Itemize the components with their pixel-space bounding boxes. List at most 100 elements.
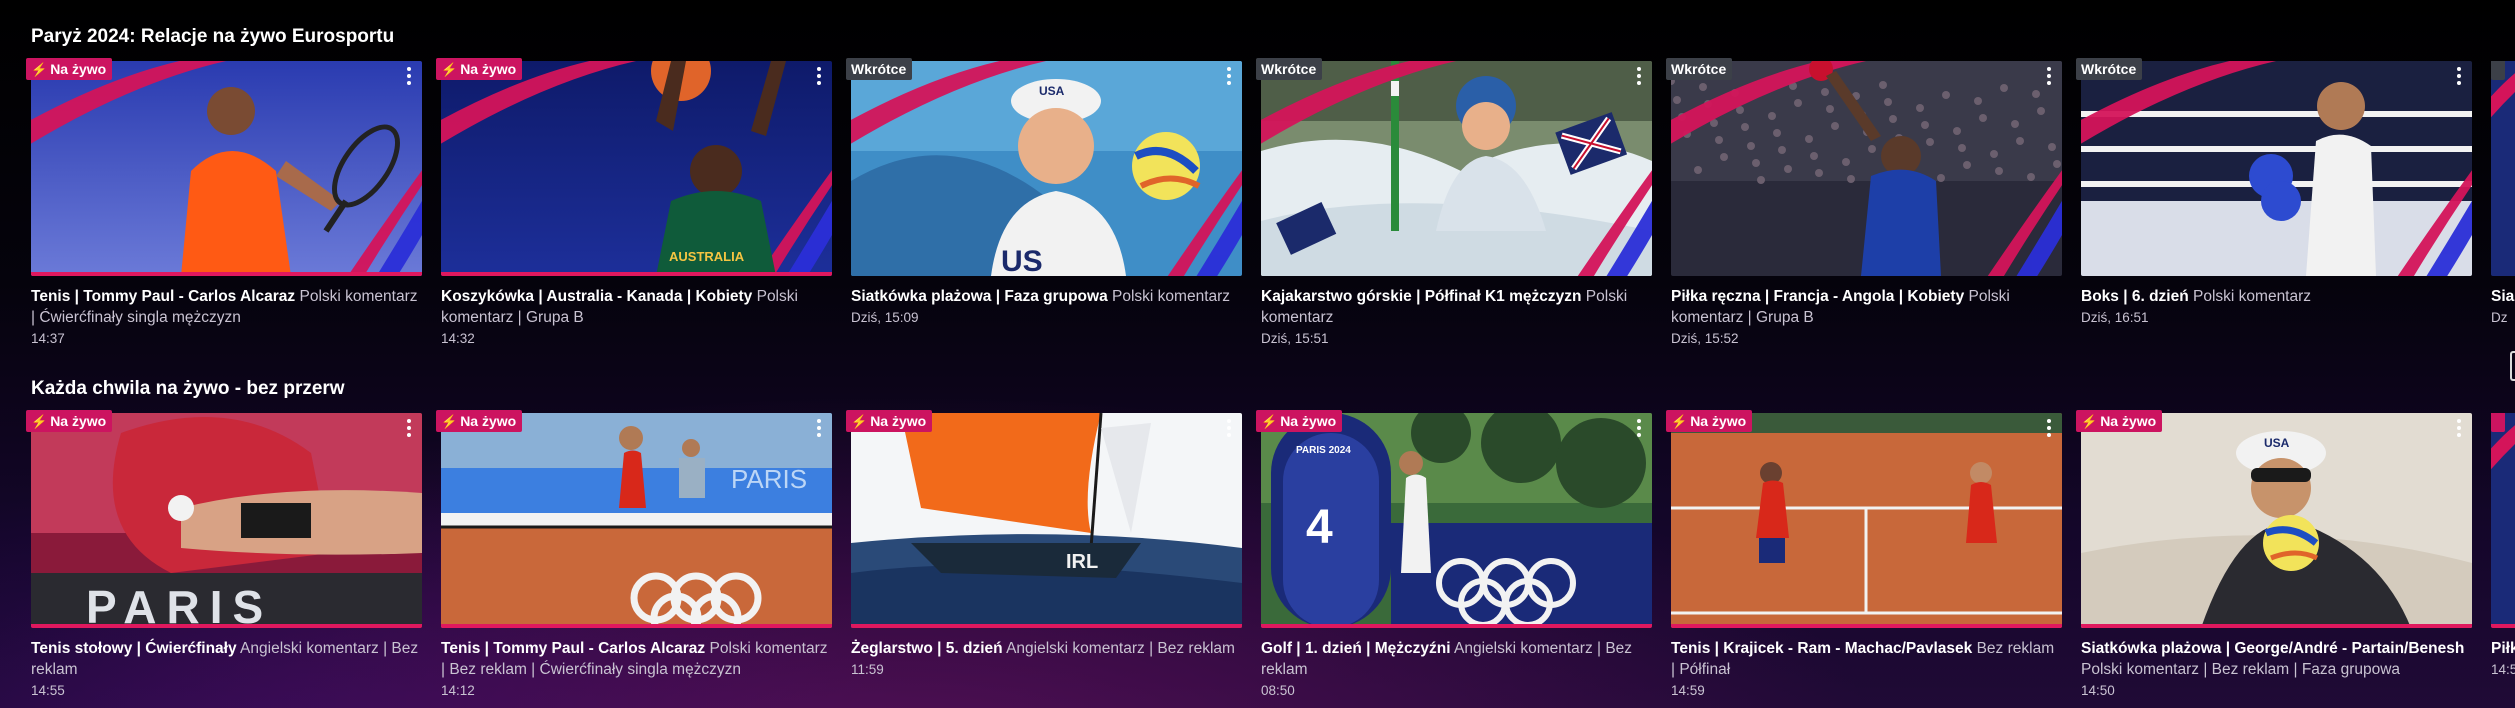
thumbnail-image: [2081, 61, 2472, 276]
thumbnail-image: [2491, 413, 2515, 628]
content-card-partial[interactable]: Sia Dz: [2491, 61, 2515, 349]
svg-text:US: US: [1001, 245, 1043, 276]
lightning-icon: ⚡: [1671, 413, 1688, 429]
watch-progress-bar: [1671, 624, 2062, 628]
card-meta: Tenis | Tommy Paul - Carlos Alcaraz Pols…: [31, 276, 422, 349]
rail-title-nonstop-live: Każda chwila na żywo - bez przerw: [31, 378, 345, 399]
card-time: 14:59: [1671, 683, 1705, 698]
lightning-icon: ⚡: [2081, 413, 2098, 429]
content-card[interactable]: PARIS ⚡ Na żywo Tenis | Tommy Paul - Carlo…: [436, 410, 832, 701]
badge-label: Wkrótce: [2081, 61, 2137, 77]
content-card[interactable]: ⚡ Na żywo Tenis | Krajicek - Ram - Machac/…: [1666, 410, 2062, 701]
card-thumbnail[interactable]: PARIS: [441, 413, 832, 628]
badge-label: Wkrótce: [851, 61, 907, 77]
rail-scroll-handle[interactable]: [2510, 351, 2515, 381]
card-thumbnail[interactable]: [2491, 61, 2515, 276]
svg-text:USA: USA: [1039, 84, 1065, 98]
svg-text:IRL: IRL: [1066, 551, 1098, 573]
content-card[interactable]: IRL ⚡ Na żywo Żeglarstwo | 5. dzień Angiels…: [846, 410, 1242, 701]
content-card[interactable]: Wkrótce Kajakarstwo górskie | Półfinał K1…: [1256, 58, 1652, 349]
more-options-icon[interactable]: [2452, 65, 2466, 87]
card-title: Golf | 1. dzień | Mężczyźni: [1261, 640, 1451, 657]
svg-text:USA: USA: [2264, 436, 2290, 450]
lightning-icon: ⚡: [31, 61, 48, 77]
card-thumbnail[interactable]: USA US: [851, 61, 1242, 276]
thumbnail-image: PARIS: [31, 413, 422, 628]
live-badge: ⚡ Na żywo: [2076, 410, 2163, 432]
card-description: Tenis | Krajicek - Ram - Machac/Pavlasek…: [1671, 638, 2062, 680]
more-options-icon[interactable]: [2042, 65, 2056, 87]
content-card-partial[interactable]: Piłk 14:5: [2491, 413, 2515, 701]
badge-label: Na żywo: [460, 413, 517, 429]
card-time: 14:50: [2081, 683, 2115, 698]
card-time: Dziś, 15:51: [1261, 331, 1329, 346]
thumbnail-image: USA US: [851, 61, 1242, 276]
card-time: 14:5: [2491, 662, 2515, 677]
content-card[interactable]: Wkrótce Boks | 6. dzień Polski komentarz D…: [2076, 58, 2472, 349]
card-thumbnail[interactable]: [2491, 413, 2515, 628]
live-badge: ⚡ Na żywo: [436, 58, 523, 80]
more-options-icon[interactable]: [1632, 417, 1646, 439]
card-meta: Tenis stołowy | Ćwierćfinały Angielski k…: [31, 628, 422, 701]
card-thumbnail[interactable]: IRL: [851, 413, 1242, 628]
content-card[interactable]: AUSTRALIA ⚡ Na żywo Koszykówka | Australia …: [436, 58, 832, 349]
card-description: Żeglarstwo | 5. dzień Angielski komentar…: [851, 638, 1242, 659]
more-options-icon[interactable]: [2452, 417, 2466, 439]
card-time: Dziś, 16:51: [2081, 310, 2149, 325]
content-card[interactable]: USA ⚡ Na żywo Siatkówka plażowa | George/A…: [2076, 410, 2472, 701]
content-card[interactable]: USA US Wkrótce Siatkówka plażowa | Faza g…: [846, 58, 1242, 349]
more-options-icon[interactable]: [812, 417, 826, 439]
card-meta: Kajakarstwo górskie | Półfinał K1 mężczy…: [1261, 276, 1652, 349]
rail-title-paris-live: Paryż 2024: Relacje na żywo Eurosportu: [31, 26, 395, 47]
card-title: Sia: [2491, 288, 2515, 305]
card-subtitle: Polski komentarz: [1107, 288, 1231, 305]
card-thumbnail[interactable]: [31, 61, 422, 276]
more-options-icon[interactable]: [812, 65, 826, 87]
card-description: Tenis | Tommy Paul - Carlos Alcaraz Pols…: [31, 286, 422, 328]
content-card[interactable]: PARIS 2024 4 ⚡ Na żywo Golf | 1. dzień | M…: [1256, 410, 1652, 701]
lightning-icon: ⚡: [851, 413, 868, 429]
card-description: Boks | 6. dzień Polski komentarz: [2081, 286, 2472, 307]
rail-nonstop-live[interactable]: PARIS ⚡ Na żywo Tenis stołowy | Ćwierćfinał…: [26, 410, 2515, 701]
thumbnail-image: [2491, 61, 2515, 276]
thumbnail-image: AUSTRALIA: [441, 61, 832, 276]
card-thumbnail[interactable]: [2081, 61, 2472, 276]
card-thumbnail[interactable]: [1671, 413, 2062, 628]
badge-label: Na żywo: [50, 413, 107, 429]
content-card[interactable]: ⚡ Na żywo Tenis | Tommy Paul - Carlos Alca…: [26, 58, 422, 349]
card-time: Dziś, 15:52: [1671, 331, 1739, 346]
more-options-icon[interactable]: [1222, 417, 1236, 439]
more-options-icon[interactable]: [1222, 65, 1236, 87]
upcoming-badge: Wkrótce: [2076, 58, 2143, 80]
badge-label: Na żywo: [2100, 413, 2157, 429]
svg-text:PARIS 2024: PARIS 2024: [1296, 445, 1351, 456]
badge-label: Na żywo: [50, 61, 107, 77]
content-card[interactable]: Wkrótce Piłka ręczna | Francja - Angola |…: [1666, 58, 2062, 349]
thumbnail-image: USA: [2081, 413, 2472, 628]
more-options-icon[interactable]: [402, 65, 416, 87]
badge-label: Wkrótce: [1261, 61, 1317, 77]
content-card[interactable]: PARIS ⚡ Na żywo Tenis stołowy | Ćwierćfinał…: [26, 410, 422, 701]
upcoming-badge: Wkrótce: [846, 58, 913, 80]
more-options-icon[interactable]: [2042, 417, 2056, 439]
card-thumbnail[interactable]: PARIS: [31, 413, 422, 628]
thumbnail-image: [1671, 61, 2062, 276]
card-meta: Boks | 6. dzień Polski komentarz Dziś, 16…: [2081, 276, 2472, 328]
card-title: Tenis | Krajicek - Ram - Machac/Pavlasek: [1671, 640, 1973, 657]
badge-label: Na żywo: [870, 413, 927, 429]
card-thumbnail[interactable]: PARIS 2024 4: [1261, 413, 1652, 628]
card-thumbnail[interactable]: AUSTRALIA: [441, 61, 832, 276]
card-time: 14:32: [441, 331, 475, 346]
card-thumbnail[interactable]: [1671, 61, 2062, 276]
more-options-icon[interactable]: [1632, 65, 1646, 87]
card-title: Kajakarstwo górskie | Półfinał K1 mężczy…: [1261, 288, 1582, 305]
card-thumbnail[interactable]: USA: [2081, 413, 2472, 628]
card-thumbnail[interactable]: [1261, 61, 1652, 276]
thumbnail-image: IRL: [851, 413, 1242, 628]
upcoming-badge: Wkrótce: [1666, 58, 1733, 80]
more-options-icon[interactable]: [402, 417, 416, 439]
watch-progress-bar: [1261, 624, 1652, 628]
badge-label: Na żywo: [460, 61, 517, 77]
card-title: Piłk: [2491, 640, 2515, 657]
rail-paris-live[interactable]: ⚡ Na żywo Tenis | Tommy Paul - Carlos Alca…: [26, 58, 2515, 349]
